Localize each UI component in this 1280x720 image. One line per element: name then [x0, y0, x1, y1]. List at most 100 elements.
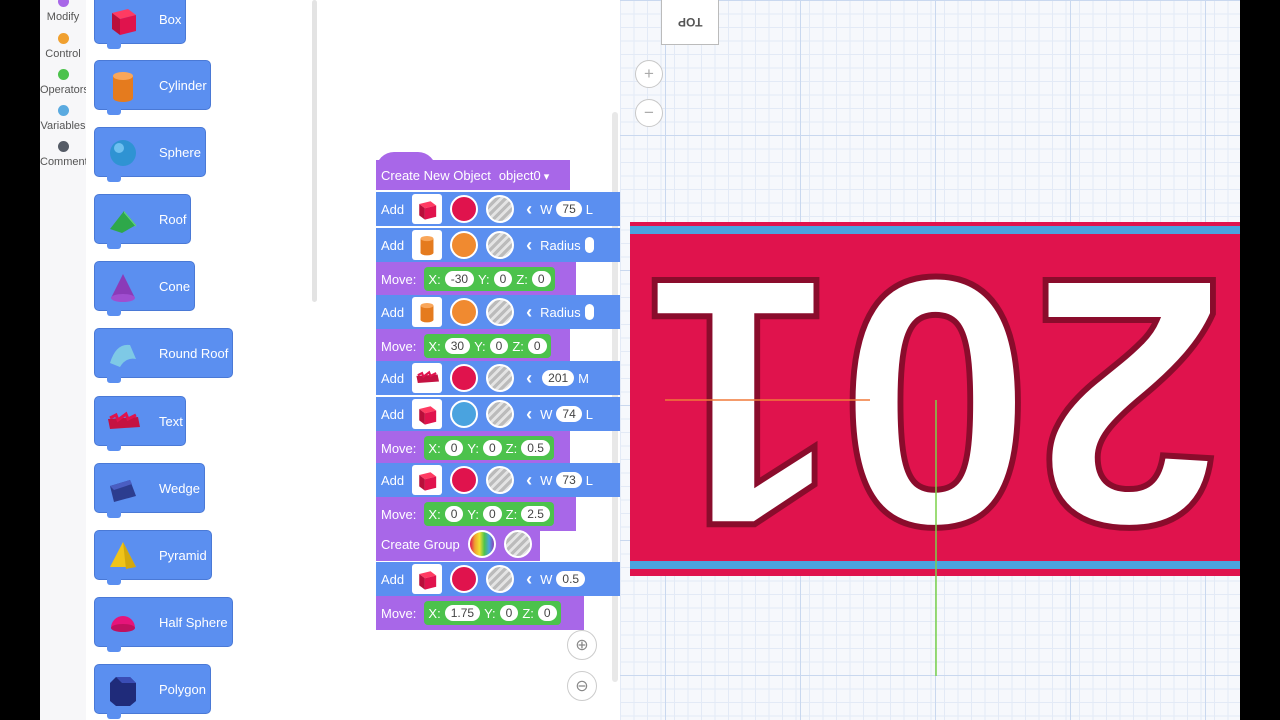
collapse-chevron-icon[interactable]: ‹	[526, 235, 532, 256]
add-block[interactable]: Add ‹ W 73 L	[376, 463, 620, 497]
category-operators[interactable]: Operators	[40, 69, 89, 96]
collapse-chevron-icon[interactable]: ‹	[526, 404, 532, 425]
y-input[interactable]: 0	[489, 338, 509, 354]
x-input[interactable]: 30	[444, 338, 471, 354]
hole-toggle[interactable]	[486, 231, 515, 259]
color-swatch[interactable]	[450, 565, 479, 593]
palette-block-box[interactable]: Box	[94, 0, 186, 49]
palette-block-label: Roof	[159, 212, 187, 227]
hole-toggle[interactable]	[486, 565, 515, 593]
width-input[interactable]: 74	[556, 406, 582, 422]
width-input[interactable]: 75	[556, 201, 582, 217]
roof-icon	[105, 203, 141, 237]
hole-toggle[interactable]	[503, 530, 532, 558]
category-comment[interactable]: Comment	[40, 141, 88, 168]
workspace-zoom-out-button[interactable]: ⊖	[567, 671, 597, 701]
add-block[interactable]: Add ‹ W 74 L	[376, 397, 620, 431]
y-input[interactable]: 0	[493, 271, 513, 287]
collapse-chevron-icon[interactable]: ‹	[526, 368, 532, 389]
create-group-block[interactable]: Create Group	[376, 527, 540, 561]
z-input[interactable]: 2.5	[521, 506, 550, 522]
viewport-zoom-in-button[interactable]: +	[635, 60, 663, 88]
palette-block-cone[interactable]: Cone	[94, 261, 195, 316]
y-input[interactable]: 0	[482, 506, 502, 522]
category-variables[interactable]: Variables	[40, 105, 86, 132]
move-block[interactable]: Move: X: 1.75 Y: 0 Z: 0	[376, 596, 584, 630]
hole-toggle[interactable]	[486, 298, 515, 326]
z-input[interactable]: 0	[527, 338, 547, 354]
color-swatch[interactable]	[450, 195, 479, 223]
box-icon[interactable]	[412, 194, 443, 224]
xyz-inputs: X: -30 Y: 0 Z: 0	[424, 267, 555, 291]
width-input[interactable]: 73	[556, 472, 582, 488]
param-label: Radius	[540, 237, 581, 253]
box-icon[interactable]	[412, 564, 443, 594]
move-block[interactable]: Move: X: -30 Y: 0 Z: 0	[376, 262, 576, 296]
palette-block-polygon[interactable]: Polygon	[94, 664, 211, 719]
view-cube[interactable]: TOP	[661, 0, 719, 45]
move-block[interactable]: Move: X: 0 Y: 0 Z: 2.5	[376, 497, 576, 531]
palette-block-text[interactable]: Text	[94, 396, 186, 451]
text-input[interactable]: 201	[542, 370, 575, 386]
add-block[interactable]: Add ‹ W 75 L	[376, 192, 620, 226]
color-swatch[interactable]	[450, 400, 479, 428]
palette-block-cylinder[interactable]: Cylinder	[94, 60, 211, 115]
cylinder-icon[interactable]	[412, 230, 443, 260]
x-input[interactable]: -30	[444, 271, 475, 287]
color-swatch[interactable]	[450, 298, 479, 326]
hole-toggle[interactable]	[486, 364, 515, 392]
x-input[interactable]: 1.75	[444, 605, 481, 621]
z-input[interactable]: 0	[531, 271, 551, 287]
radius-input[interactable]	[584, 237, 594, 253]
z-input[interactable]: 0.5	[521, 440, 550, 456]
x-input[interactable]: 0	[444, 440, 464, 456]
workspace-zoom-in-button[interactable]: ⊕	[567, 630, 597, 660]
object-name-dropdown[interactable]: object0	[499, 168, 550, 183]
palette-block-label: Text	[159, 414, 183, 429]
create-new-object-block[interactable]: Create New Object object0	[376, 160, 570, 190]
cone-icon	[105, 270, 141, 304]
hole-toggle[interactable]	[486, 400, 515, 428]
add-block[interactable]: Add ‹ Radius	[376, 295, 620, 329]
collapse-chevron-icon[interactable]: ‹	[526, 470, 532, 491]
plate-text: 201	[645, 222, 1225, 576]
category-control[interactable]: Control	[40, 33, 86, 60]
palette-block-label: Wedge	[159, 481, 200, 496]
width-input[interactable]: 0.5	[556, 571, 586, 587]
collapse-chevron-icon[interactable]: ‹	[526, 199, 532, 220]
z-input[interactable]: 0	[537, 605, 557, 621]
cylinder-icon[interactable]	[412, 297, 443, 327]
multicolor-swatch[interactable]	[467, 530, 496, 558]
palette-block-half-sphere[interactable]: Half Sphere	[94, 597, 233, 652]
palette-block-sphere[interactable]: Sphere	[94, 127, 206, 182]
add-block[interactable]: Add ‹ Radius	[376, 228, 620, 262]
collapse-chevron-icon[interactable]: ‹	[526, 569, 532, 590]
add-block[interactable]: Add ‹ 201 M	[376, 361, 620, 395]
palette-block-round-roof[interactable]: Round Roof	[94, 328, 233, 383]
palette-scrollbar[interactable]	[312, 0, 317, 302]
palette-block-pyramid[interactable]: Pyramid	[94, 530, 212, 585]
color-swatch[interactable]	[450, 231, 479, 259]
y-input[interactable]: 0	[482, 440, 502, 456]
param-label: L	[585, 201, 594, 217]
box-icon[interactable]	[412, 399, 443, 429]
color-swatch[interactable]	[450, 364, 479, 392]
move-block[interactable]: Move: X: 30 Y: 0 Z: 0	[376, 329, 570, 363]
color-swatch[interactable]	[450, 466, 479, 494]
x-input[interactable]: 0	[444, 506, 464, 522]
box-icon[interactable]	[412, 465, 443, 495]
palette-block-roof[interactable]: Roof	[94, 194, 191, 249]
param-label: M	[578, 370, 590, 386]
collapse-chevron-icon[interactable]: ‹	[526, 302, 532, 323]
y-input[interactable]: 0	[499, 605, 519, 621]
palette-block-label: Pyramid	[159, 548, 207, 563]
move-block[interactable]: Move: X: 0 Y: 0 Z: 0.5	[376, 431, 570, 465]
radius-input[interactable]	[584, 304, 594, 320]
hole-toggle[interactable]	[486, 466, 515, 494]
viewport-zoom-out-button[interactable]: −	[635, 99, 663, 127]
add-block[interactable]: Add ‹ W 0.5	[376, 562, 620, 596]
text-shape-icon[interactable]	[412, 363, 443, 393]
palette-block-wedge[interactable]: Wedge	[94, 463, 205, 518]
hole-toggle[interactable]	[486, 195, 515, 223]
category-modify[interactable]: Modify	[40, 0, 86, 23]
